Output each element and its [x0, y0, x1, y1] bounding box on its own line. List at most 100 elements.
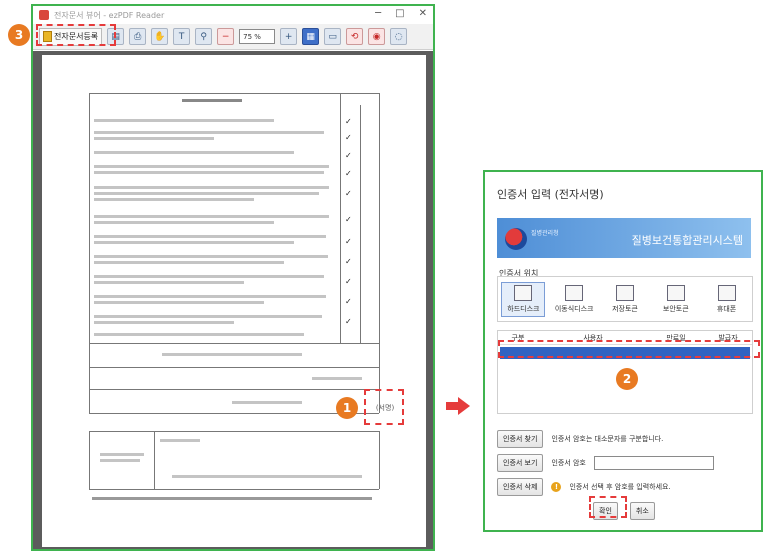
- check-mark-icon: ✓: [345, 215, 352, 224]
- minimize-icon[interactable]: ─: [375, 8, 381, 19]
- location-hard-disk[interactable]: 하드디스크: [501, 281, 546, 317]
- text-line: [162, 353, 302, 356]
- check-mark-icon: ✓: [345, 317, 352, 326]
- check-mark-icon: ✓: [345, 133, 352, 142]
- pdf-viewer-window: 전자문서 뷰어 - ezPDF Reader ─ □ ✕ 전자문서등록 ▤ ⎙ …: [31, 4, 435, 551]
- text-line: [94, 165, 329, 168]
- security-token-icon: [666, 284, 685, 301]
- text-line: [94, 171, 324, 174]
- location-label: 보안토큰: [662, 304, 689, 313]
- check-mark-icon: ✓: [345, 117, 352, 126]
- check-mark-icon: ✓: [345, 237, 352, 246]
- document-page: ✓ ✓ ✓ ✓ ✓ ✓ ✓ ✓ ✓ ✓ ✓ (서명): [42, 55, 426, 547]
- table-line: [89, 389, 379, 390]
- location-label: 휴대폰: [716, 304, 737, 313]
- table-line: [89, 413, 379, 414]
- delete-certificate-button[interactable]: 인증서 삭제: [497, 478, 544, 496]
- table-heading: [182, 99, 242, 102]
- table-line: [89, 343, 379, 344]
- text-line: [94, 275, 324, 278]
- certificate-row-highlight: [498, 340, 760, 358]
- zoom-out-icon[interactable]: −: [217, 28, 235, 45]
- check-mark-icon: ✓: [345, 169, 352, 178]
- print-icon[interactable]: ⎙: [129, 28, 147, 45]
- monitor-icon: [514, 284, 533, 301]
- e-sign-button-highlight: [36, 24, 116, 46]
- table-line: [89, 367, 379, 368]
- stop-icon[interactable]: ◉: [368, 28, 386, 45]
- text-line: [94, 192, 319, 195]
- text-line: [232, 401, 302, 404]
- step-badge-3: 3: [8, 24, 30, 46]
- location-label: 하드디스크: [507, 304, 540, 313]
- close-icon[interactable]: ✕: [419, 8, 427, 19]
- usb-icon: [565, 284, 584, 301]
- find-description: 인증서 암호는 대소문자를 구분합니다.: [551, 435, 664, 443]
- search-doc-icon[interactable]: ◌: [390, 28, 408, 45]
- password-row: 인증서 보기 인증서 암호: [497, 454, 714, 472]
- dialog-banner: 질병관리청 질병보건통합관리시스템: [497, 218, 751, 258]
- find-row: 인증서 찾기 인증서 암호는 대소문자를 구분합니다.: [497, 430, 663, 448]
- check-mark-icon: ✓: [345, 257, 352, 266]
- text-line: [94, 241, 294, 244]
- text-line: [94, 261, 284, 264]
- text-line: [94, 198, 254, 201]
- text-line: [94, 221, 274, 224]
- document-area[interactable]: ✓ ✓ ✓ ✓ ✓ ✓ ✓ ✓ ✓ ✓ ✓ (서명): [33, 51, 433, 549]
- text-line: [94, 119, 274, 122]
- table-line: [89, 431, 90, 489]
- fit-width-icon[interactable]: ▭: [324, 28, 342, 45]
- table-line: [89, 93, 90, 413]
- location-removable-disk[interactable]: 이동식디스크: [552, 283, 596, 316]
- text-line: [100, 453, 144, 456]
- phone-icon: [717, 284, 736, 301]
- ok-button-highlight: [589, 496, 627, 518]
- table-line: [89, 489, 379, 490]
- text-line: [94, 151, 294, 154]
- zoom-level-field[interactable]: 75 %: [239, 29, 276, 44]
- location-storage-token[interactable]: 저장토큰: [603, 283, 647, 316]
- step-badge-1: 1: [336, 397, 358, 419]
- text-line: [160, 439, 200, 442]
- signature-highlight: [364, 389, 404, 425]
- check-mark-icon: ✓: [345, 151, 352, 160]
- text-line: [94, 315, 322, 318]
- banner-system-name: 질병보건통합관리시스템: [631, 234, 743, 247]
- viewer-titlebar: 전자문서 뷰어 - ezPDF Reader ─ □ ✕: [33, 6, 433, 24]
- certificate-password-input[interactable]: [593, 456, 714, 470]
- viewer-title: 전자문서 뷰어 - ezPDF Reader: [54, 10, 165, 20]
- maximize-icon[interactable]: □: [395, 8, 404, 19]
- text-line: [94, 137, 214, 140]
- text-line: [94, 295, 326, 298]
- window-controls: ─ □ ✕: [375, 8, 427, 19]
- fit-page-icon[interactable]: ▦: [302, 28, 320, 45]
- text-line: [94, 321, 234, 324]
- table-line: [154, 431, 155, 489]
- view-certificate-button[interactable]: 인증서 보기: [497, 454, 544, 472]
- rotate-icon[interactable]: ⟲: [346, 28, 364, 45]
- location-mobile-phone[interactable]: 휴대폰: [705, 283, 749, 316]
- location-security-token[interactable]: 보안토큰: [654, 283, 698, 316]
- arrow-right-icon: [458, 397, 470, 415]
- text-line: [94, 186, 329, 189]
- warning-icon: !: [551, 482, 562, 492]
- step-badge-2: 2: [616, 368, 638, 390]
- location-label: 이동식디스크: [554, 304, 594, 313]
- text-line: [94, 301, 264, 304]
- table-line: [340, 93, 341, 343]
- zoom-in-icon[interactable]: +: [280, 28, 298, 45]
- check-mark-icon: ✓: [345, 189, 352, 198]
- text-line: [94, 131, 324, 134]
- find-certificate-button[interactable]: 인증서 찾기: [497, 430, 544, 448]
- agency-logo-icon: [505, 228, 527, 250]
- text-line: [172, 475, 362, 478]
- cancel-button[interactable]: 취소: [629, 502, 655, 520]
- hand-tool-icon[interactable]: ✋: [151, 28, 169, 45]
- zoom-icon[interactable]: ⚲: [195, 28, 213, 45]
- text-select-icon[interactable]: T: [173, 28, 191, 45]
- app-logo-icon: [39, 10, 49, 20]
- text-line: [94, 235, 326, 238]
- password-label: 인증서 암호: [551, 459, 586, 467]
- check-mark-icon: ✓: [345, 297, 352, 306]
- delete-description: 인증서 선택 후 암호를 입력하세요.: [569, 483, 671, 491]
